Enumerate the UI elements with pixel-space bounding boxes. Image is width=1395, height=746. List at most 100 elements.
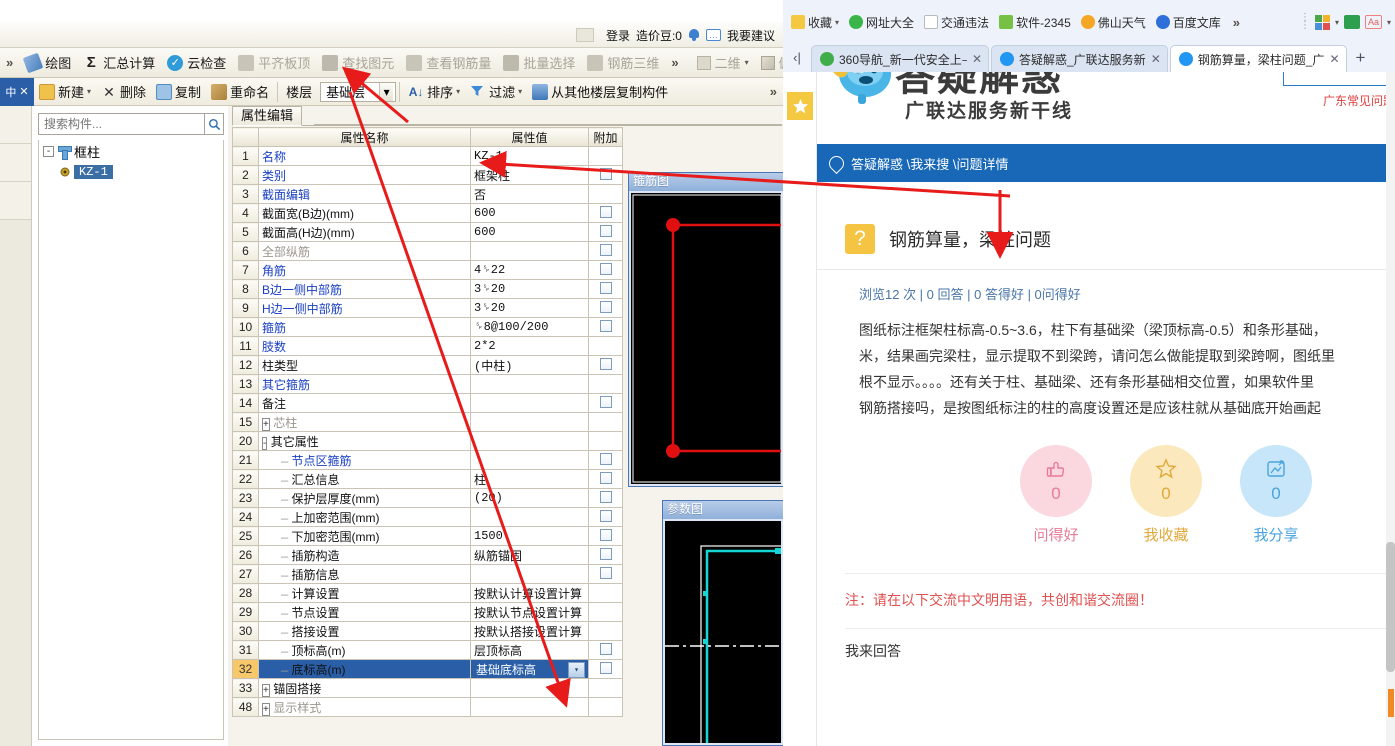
chevron-down-icon-new[interactable]: ▾	[87, 87, 91, 96]
table-row[interactable]: 48 + 显示样式	[232, 697, 623, 717]
table-row[interactable]: 5 截面高(H边)(mm) 600	[232, 222, 623, 242]
tab-scroll-left-icon[interactable]: ‹|	[783, 42, 811, 72]
table-row[interactable]: 31— 顶标高(m) 层顶标高	[232, 640, 623, 660]
table-row[interactable]: 21— 节点区箍筋	[232, 450, 623, 470]
row-checkbox[interactable]	[599, 642, 612, 655]
action-favorite[interactable]: 0 我收藏	[1130, 445, 1202, 545]
row-additional-checkbox-cell[interactable]	[588, 393, 623, 413]
suggest-link[interactable]: 我要建议	[727, 27, 775, 44]
row-additional-checkbox-cell[interactable]	[588, 621, 623, 641]
floor-select[interactable]: 基础层 ▾	[320, 81, 397, 102]
tree-node-root[interactable]: - 框柱	[39, 140, 223, 163]
row-property-name[interactable]: 肢数	[258, 336, 471, 356]
search-input[interactable]	[38, 113, 205, 135]
row-property-name[interactable]: — 顶标高(m)	[258, 640, 471, 660]
table-row[interactable]: 12 柱类型 (中柱)	[232, 355, 623, 375]
row-property-name[interactable]: 全部纵筋	[258, 241, 471, 261]
property-table[interactable]: 属性名称 属性值 附加 1 名称 KZ-1 2 类别 框架柱 3 截面编辑否 4 截面宽(B边)(…	[232, 127, 623, 717]
table-row[interactable]: 26— 插筋构造 纵筋锚固	[232, 545, 623, 565]
row-expander-icon[interactable]: -	[262, 436, 268, 450]
table-row[interactable]: 11 肢数 2*2	[232, 336, 623, 356]
row-additional-checkbox-cell[interactable]	[588, 602, 623, 622]
row-additional-checkbox-cell[interactable]	[588, 165, 623, 185]
bookmark-favorites[interactable]: 收藏 ▾	[787, 12, 843, 33]
row-property-name[interactable]: B边一侧中部筋	[258, 279, 471, 299]
row-property-name[interactable]: 柱类型	[258, 355, 471, 375]
copy-from-other-floor-button[interactable]: 从其他楼层复制构件	[527, 80, 673, 104]
row-property-name[interactable]: — 节点设置	[258, 602, 471, 622]
tab-property-edit[interactable]: 属性编辑	[232, 106, 303, 126]
row-property-value[interactable]: 3␠20	[470, 298, 589, 318]
row-additional-checkbox-cell[interactable]	[588, 241, 623, 261]
chevron-down-icon-filter[interactable]: ▾	[518, 87, 522, 96]
component-tree[interactable]: - 框柱 KZ-1	[38, 140, 224, 740]
rename-component-button[interactable]: 重命名	[206, 80, 274, 104]
row-checkbox[interactable]	[599, 167, 612, 180]
rail-star-icon[interactable]	[787, 92, 813, 120]
row-additional-checkbox-cell[interactable]	[588, 374, 623, 394]
site-search-input[interactable]	[1283, 72, 1393, 86]
close-icon-tab-1[interactable]: ✕	[972, 52, 982, 66]
table-row[interactable]: 1 名称 KZ-1	[232, 146, 623, 166]
row-expander-icon[interactable]: +	[262, 683, 270, 697]
row-additional-checkbox-cell[interactable]	[588, 450, 623, 470]
panel-pin-controls[interactable]: 中 ✕	[0, 77, 34, 106]
table-row[interactable]: 10 箍筋 ␠8@100/200	[232, 317, 623, 337]
table-row[interactable]: 32— 底标高(m) ▾ 基础底标高	[232, 659, 623, 679]
row-property-value[interactable]: (20)	[470, 488, 589, 508]
table-row[interactable]: 2 类别 框架柱	[232, 165, 623, 185]
row-property-value[interactable]: 600	[470, 203, 589, 223]
row-property-value[interactable]: KZ-1	[470, 146, 589, 166]
search-button[interactable]	[205, 113, 224, 135]
bookmark-traffic[interactable]: 交通违法	[920, 12, 993, 33]
table-row[interactable]: 9 H边一侧中部筋 3␠20	[232, 298, 623, 318]
bookmark-web-directory[interactable]: 网址大全	[845, 12, 918, 33]
row-checkbox[interactable]	[599, 547, 612, 560]
login-link[interactable]: 登录	[606, 27, 630, 44]
row-checkbox[interactable]	[599, 395, 612, 408]
sort-button[interactable]: A↓ 排序 ▾	[403, 80, 465, 104]
row-additional-checkbox-cell[interactable]	[588, 526, 623, 546]
chevron-down-icon-fav[interactable]: ▾	[835, 18, 839, 27]
row-property-name[interactable]: — 插筋构造	[258, 545, 471, 565]
row-property-value[interactable]: 按默认节点设置计算	[470, 602, 589, 622]
action-good-question[interactable]: 0 问得好	[1020, 445, 1092, 545]
row-checkbox[interactable]	[599, 566, 612, 579]
row-property-name[interactable]: 截面编辑	[258, 184, 471, 204]
row-property-name[interactable]: — 上加密范围(mm)	[258, 507, 471, 527]
row-property-value[interactable]	[470, 564, 589, 584]
drag-handle-dots[interactable]: ⋮ ⋮	[1300, 13, 1310, 31]
row-checkbox[interactable]	[599, 262, 612, 275]
row-property-value[interactable]: ▾ 基础底标高	[470, 659, 589, 679]
row-additional-checkbox-cell[interactable]	[588, 659, 623, 679]
chevron-down-icon-sort[interactable]: ▾	[456, 87, 460, 96]
row-additional-checkbox-cell[interactable]	[588, 545, 623, 565]
row-additional-checkbox-cell[interactable]	[588, 184, 623, 204]
row-additional-checkbox-cell[interactable]	[588, 564, 623, 584]
row-additional-checkbox-cell[interactable]	[588, 298, 623, 318]
tree-node-kz1[interactable]: KZ-1	[39, 163, 223, 181]
row-checkbox[interactable]	[599, 205, 612, 218]
ribbon-overflow-left-icon[interactable]: »	[0, 55, 19, 70]
row-checkbox[interactable]	[599, 471, 612, 484]
table-row[interactable]: 25— 下加密范围(mm) 1500	[232, 526, 623, 546]
row-property-name[interactable]: — 节点区箍筋	[258, 450, 471, 470]
floor-select-chevron-down-icon[interactable]: ▾	[379, 82, 394, 101]
row-checkbox[interactable]	[599, 319, 612, 332]
row-additional-checkbox-cell[interactable]	[588, 431, 623, 451]
row-additional-checkbox-cell[interactable]	[588, 488, 623, 508]
row-property-name[interactable]: — 底标高(m)	[258, 659, 471, 679]
message-icon[interactable]: …	[705, 29, 721, 41]
row-checkbox[interactable]	[599, 243, 612, 256]
row-expander-icon[interactable]: +	[262, 702, 270, 716]
ribbon-overflow-mid-icon[interactable]: »	[665, 55, 684, 70]
row-property-name[interactable]: 箍筋	[258, 317, 471, 337]
parameter-diagram-canvas[interactable]	[665, 521, 781, 743]
table-row[interactable]: 20- 其它属性	[232, 431, 623, 451]
close-icon-tab-2[interactable]: ✕	[1151, 52, 1161, 66]
row-additional-checkbox-cell[interactable]	[588, 146, 623, 166]
row-property-value[interactable]	[470, 678, 589, 698]
chevron-down-icon[interactable]: ▾	[745, 58, 749, 67]
row-property-name[interactable]: — 计算设置	[258, 583, 471, 603]
table-row[interactable]: 33 + 锚固搭接	[232, 678, 623, 698]
